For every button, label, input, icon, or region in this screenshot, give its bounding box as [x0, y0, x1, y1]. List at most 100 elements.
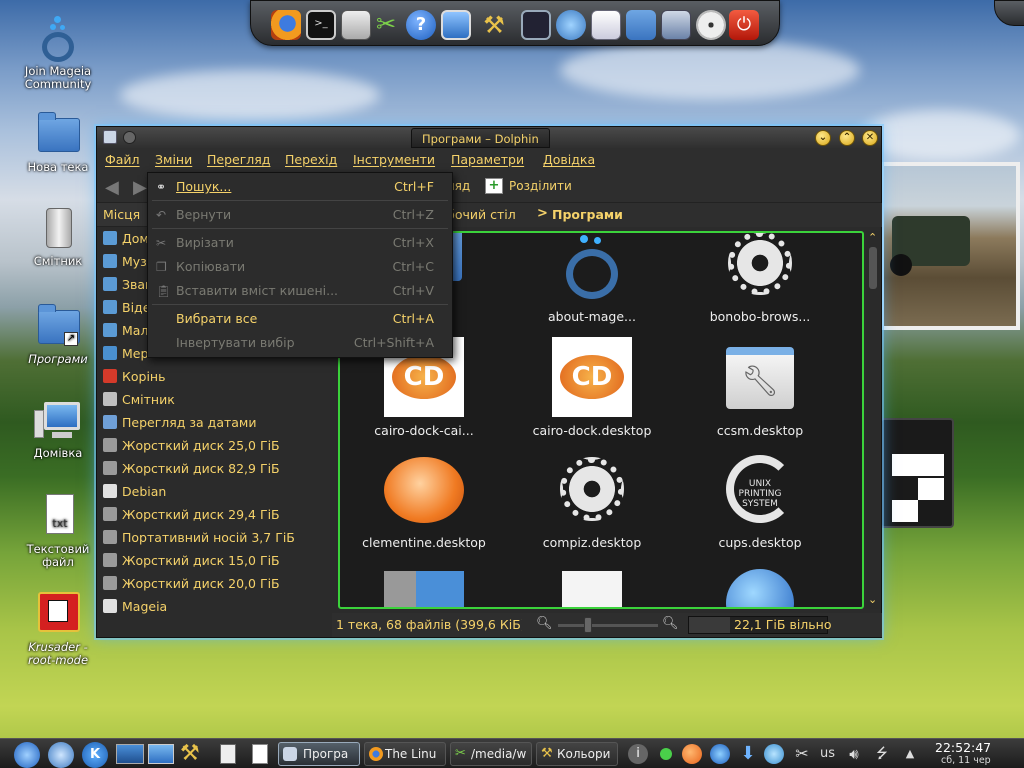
- menu-view[interactable]: Перегляд: [207, 152, 270, 167]
- notes-icon[interactable]: [252, 744, 268, 764]
- help-icon[interactable]: ?: [406, 10, 436, 40]
- editor-icon[interactable]: [220, 744, 236, 764]
- place-item[interactable]: Смітник: [103, 390, 175, 410]
- place-item[interactable]: Портативний носій 3,7 ГіБ: [103, 528, 295, 548]
- split-button[interactable]: Розділити: [509, 179, 572, 193]
- scissors-icon[interactable]: ✂: [371, 10, 401, 40]
- desktop-icon-programs[interactable]: ↗ Програми: [20, 302, 96, 366]
- place-item[interactable]: Жорсткий диск 25,0 ГіБ: [103, 436, 280, 456]
- task-dolphin[interactable]: Програ: [278, 742, 360, 766]
- desktop-icon-home[interactable]: Домівка: [20, 396, 96, 460]
- menu-item[interactable]: ❐ Копіювати Ctrl+C: [148, 256, 452, 278]
- zoom-slider-handle[interactable]: [584, 617, 592, 633]
- scroll-up-icon[interactable]: ⌃: [868, 231, 877, 244]
- tools-icon[interactable]: ⚒: [180, 742, 200, 766]
- breadcrumb-current[interactable]: Програми: [552, 207, 623, 222]
- mageia-launcher-icon[interactable]: [14, 742, 40, 768]
- scroll-thumb[interactable]: [869, 247, 877, 289]
- tools-icon[interactable]: ⚒: [479, 10, 509, 40]
- menu-settings[interactable]: Параметри: [451, 152, 524, 167]
- minimize-button[interactable]: ⌄: [815, 130, 831, 146]
- menu-item[interactable]: 📋︎ Вставити вміст кишені... Ctrl+V: [148, 280, 452, 302]
- firefox-icon[interactable]: [271, 10, 301, 40]
- menu-help[interactable]: Довідка: [543, 152, 595, 167]
- place-item[interactable]: Жорсткий диск 15,0 ГіБ: [103, 551, 280, 571]
- file-item[interactable]: clementine.desktop: [340, 449, 508, 550]
- disc-icon[interactable]: [696, 10, 726, 40]
- scissors-icon[interactable]: ✂: [792, 744, 812, 764]
- mageia-icon[interactable]: [48, 742, 74, 768]
- power-icon[interactable]: ⏻: [729, 10, 759, 40]
- desktop-icon-new-folder[interactable]: Нова тека: [20, 110, 96, 174]
- monitor-icon[interactable]: [441, 10, 471, 40]
- menu-go[interactable]: Перехід: [285, 152, 337, 167]
- usb-icon[interactable]: ⭍: [872, 744, 892, 764]
- file-item[interactable]: compiz.desktop: [508, 449, 676, 550]
- zoom-in-icon[interactable]: 🔍︎: [662, 616, 679, 631]
- status-indicator-icon[interactable]: [660, 748, 672, 760]
- place-item[interactable]: Debian: [103, 482, 166, 502]
- back-icon[interactable]: ◀: [105, 177, 119, 198]
- file-item[interactable]: [340, 563, 508, 607]
- menu-item[interactable]: ↶ Вернути Ctrl+Z: [148, 204, 452, 226]
- file-item[interactable]: UNIX PRINTING SYSTEM cups.desktop: [676, 449, 844, 550]
- tray-expand-icon[interactable]: ▲: [900, 744, 920, 764]
- dashboard-button[interactable]: [994, 0, 1024, 26]
- close-button[interactable]: ✕: [862, 130, 878, 146]
- install-icon[interactable]: [661, 10, 691, 40]
- place-item[interactable]: Жорсткий диск 82,9 ГіБ: [103, 459, 280, 479]
- chat-icon[interactable]: [764, 744, 784, 764]
- scroll-down-icon[interactable]: ⌄: [868, 593, 877, 606]
- keep-above-button[interactable]: [123, 131, 136, 144]
- clementine-icon[interactable]: [682, 744, 702, 764]
- file-item[interactable]: about-mage...: [508, 233, 676, 324]
- file-item[interactable]: [676, 563, 844, 607]
- kde-menu-icon[interactable]: K: [82, 742, 108, 768]
- desktop-grid-icon[interactable]: [116, 744, 144, 764]
- file-item[interactable]: CD cairo-dock.desktop: [508, 337, 676, 438]
- task-colors[interactable]: ⚒ Кольори: [536, 742, 618, 766]
- menu-item[interactable]: Інвертувати вибір Ctrl+Shift+A: [148, 332, 452, 354]
- menu-tools[interactable]: Інструменти: [353, 152, 435, 167]
- file-item[interactable]: bonobo-brows...: [676, 233, 844, 324]
- desktop-icon-text-file[interactable]: txt Текстовий файл: [20, 492, 96, 569]
- window-icon[interactable]: [521, 10, 551, 40]
- download-icon[interactable]: ⬇: [738, 744, 758, 764]
- update-icon[interactable]: [556, 10, 586, 40]
- vertical-scrollbar[interactable]: ⌃ ⌄: [866, 231, 880, 609]
- desktop-icon-join-mageia[interactable]: Join Mageia Community: [20, 14, 96, 91]
- clock-time[interactable]: 22:52:47: [935, 740, 991, 755]
- place-item[interactable]: Жорсткий диск 20,0 ГіБ: [103, 574, 280, 594]
- place-item[interactable]: Mageia: [103, 597, 167, 617]
- desktop-icon-trash[interactable]: Смітник: [20, 204, 96, 268]
- documents-icon[interactable]: [591, 10, 621, 40]
- file-item[interactable]: [508, 563, 676, 607]
- place-item[interactable]: Корінь: [103, 367, 165, 387]
- keyboard-layout[interactable]: us: [820, 746, 835, 761]
- folder-icon[interactable]: [626, 10, 656, 40]
- info-icon[interactable]: i: [628, 744, 648, 764]
- menu-item[interactable]: Вибрати все Ctrl+A: [148, 308, 452, 330]
- maximize-button[interactable]: ⌃: [839, 130, 855, 146]
- calculator-icon[interactable]: [341, 10, 371, 40]
- task-firefox[interactable]: The Linu: [364, 742, 446, 766]
- zoom-out-icon[interactable]: 🔍︎: [536, 616, 553, 631]
- clock-date[interactable]: сб, 11 чер: [941, 755, 991, 766]
- zoom-slider[interactable]: [558, 624, 658, 627]
- forward-icon[interactable]: ▶: [133, 177, 147, 198]
- image-viewer-icon[interactable]: [148, 744, 174, 764]
- menu-item[interactable]: ⚭ Пошук... Ctrl+F: [148, 176, 452, 198]
- place-item[interactable]: Перегляд за датами: [103, 413, 257, 433]
- menu-item[interactable]: ✂ Вирізати Ctrl+X: [148, 232, 452, 254]
- title-bar[interactable]: Програми – Dolphin ⌄ ⌃ ✕: [97, 127, 881, 149]
- menu-edit[interactable]: Зміни: [155, 152, 192, 167]
- terminal-icon[interactable]: >_: [306, 10, 336, 40]
- menu-file[interactable]: Файл: [105, 152, 140, 167]
- place-item[interactable]: Жорсткий диск 29,4 ГіБ: [103, 505, 280, 525]
- desktop-icon-krusader[interactable]: Krusader - root-mode: [20, 590, 96, 667]
- window-menu-icon[interactable]: [103, 130, 117, 144]
- task-media[interactable]: ✂ /media/w: [450, 742, 532, 766]
- file-item[interactable]: 🔧︎ ccsm.desktop: [676, 337, 844, 438]
- volume-icon[interactable]: 🔊︎: [844, 744, 864, 764]
- network-icon[interactable]: [710, 744, 730, 764]
